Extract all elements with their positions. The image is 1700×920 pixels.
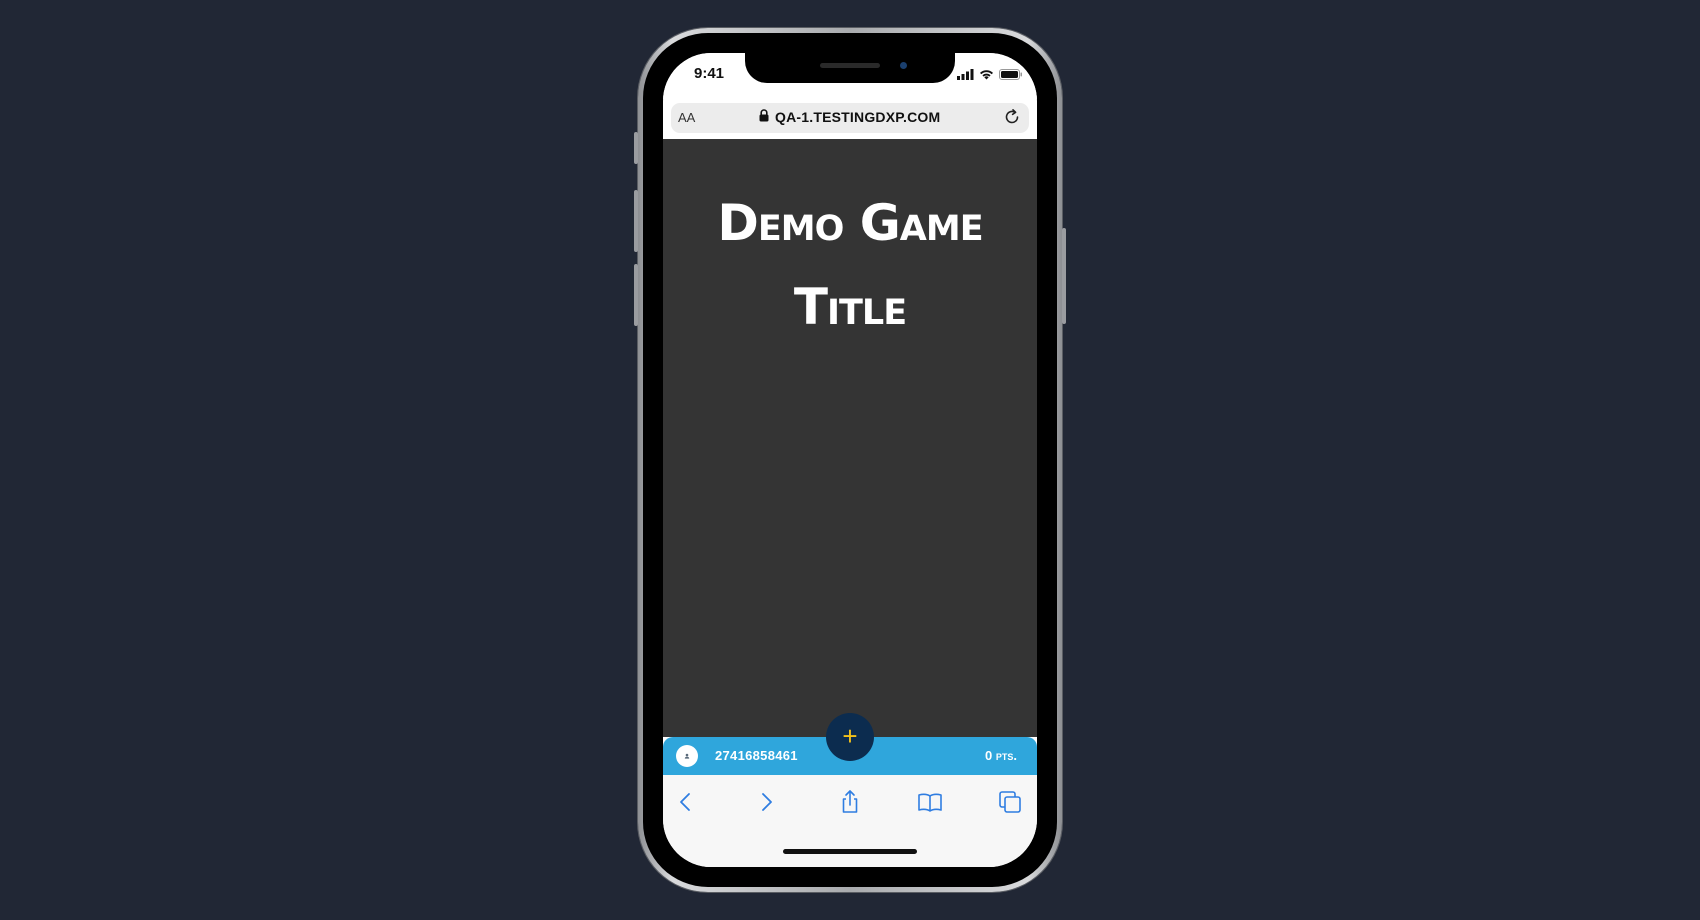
- lock-icon: [759, 109, 769, 125]
- power-button: [1062, 228, 1066, 324]
- game-title-line-1: Demo Game: [717, 194, 983, 252]
- points-display: 0 pts.: [985, 748, 1017, 763]
- front-camera: [900, 62, 907, 69]
- back-icon[interactable]: [671, 787, 701, 817]
- add-button[interactable]: +: [826, 713, 874, 761]
- avatar[interactable]: [676, 745, 698, 767]
- game-title-line-2: Title: [793, 278, 907, 336]
- url-field[interactable]: QA-1.TESTINGDXP.COM: [759, 109, 940, 125]
- wifi-icon: [979, 67, 994, 85]
- battery-icon: [999, 67, 1023, 85]
- url-text: QA-1.TESTINGDXP.COM: [775, 109, 941, 125]
- page-background: 9:41 AA QA-1.TESTINGDXP.COM Demo Game Ti…: [0, 0, 1700, 920]
- game-canvas[interactable]: Demo Game Title: [663, 139, 1037, 737]
- volume-up-button: [634, 190, 638, 252]
- browser-toolbar: [663, 775, 1037, 867]
- forward-icon[interactable]: [751, 787, 781, 817]
- notch: [745, 53, 955, 83]
- address-bar[interactable]: AA QA-1.TESTINGDXP.COM: [671, 103, 1029, 133]
- status-icons: [957, 67, 1023, 85]
- game-title: Demo Game Title: [663, 181, 1037, 349]
- mute-switch: [634, 132, 638, 164]
- volume-down-button: [634, 264, 638, 326]
- player-id: 27416858461: [715, 748, 798, 763]
- speaker: [820, 63, 880, 68]
- tabs-icon[interactable]: [995, 787, 1025, 817]
- bookmarks-icon[interactable]: [915, 787, 945, 817]
- phone-screen: 9:41 AA QA-1.TESTINGDXP.COM Demo Game Ti…: [663, 53, 1037, 867]
- status-time: 9:41: [694, 65, 725, 82]
- text-size-button[interactable]: AA: [678, 110, 695, 125]
- phone-frame: 9:41 AA QA-1.TESTINGDXP.COM Demo Game Ti…: [634, 28, 1066, 892]
- reload-icon[interactable]: [1003, 108, 1021, 131]
- home-indicator: [783, 849, 917, 854]
- share-icon[interactable]: [835, 787, 865, 817]
- signal-icon: [957, 67, 974, 85]
